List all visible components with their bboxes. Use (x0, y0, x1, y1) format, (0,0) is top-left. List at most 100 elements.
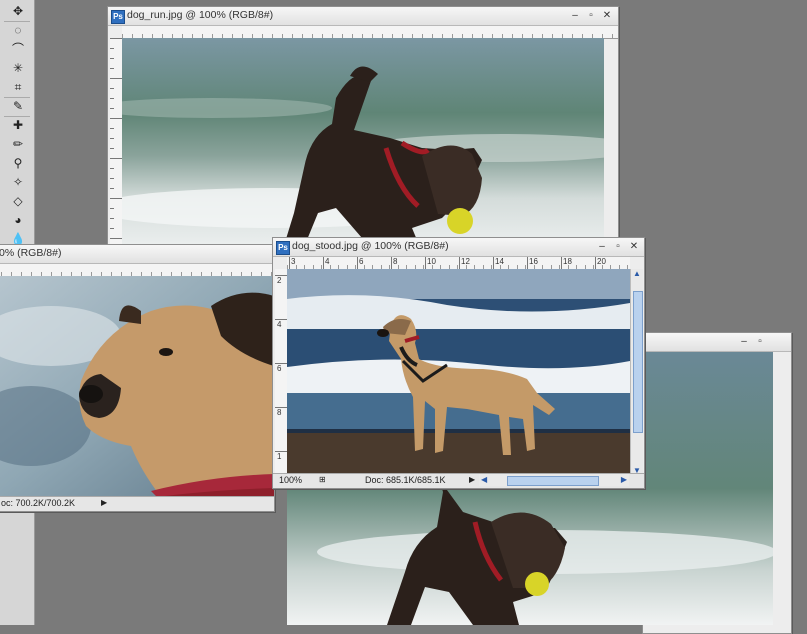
window-titlebar[interactable]: Ps dog_stood.jpg @ 100% (RGB/8#) ‒ ▫ ✕ (273, 238, 644, 257)
ruler-number: 12 (461, 257, 470, 266)
vertical-scroll-thumb[interactable] (633, 291, 643, 433)
close-button[interactable]: ✕ (627, 240, 641, 254)
brush-tool-icon[interactable]: ✏ (8, 135, 28, 153)
dog-stood-photo (287, 269, 630, 475)
ruler-number: 8 (277, 408, 282, 417)
window-titlebar[interactable]: ‒ ▫ (643, 333, 791, 352)
ruler-tick (110, 188, 114, 189)
ruler-tick (110, 178, 114, 179)
window-titlebar[interactable]: Ps dog_run.jpg @ 100% (RGB/8#) ‒ ▫ ✕ (108, 7, 618, 26)
ruler-number: 1 (277, 452, 282, 461)
ruler-tick (110, 78, 122, 79)
zoom-options-icon[interactable]: ⊞ (319, 475, 326, 484)
image-canvas[interactable] (0, 276, 274, 497)
horizontal-scroll-thumb[interactable] (507, 476, 599, 486)
ruler-tick (357, 257, 358, 269)
ruler-tick (561, 257, 562, 269)
ruler-tick (425, 257, 426, 269)
ruler-tick (493, 257, 494, 269)
ruler-tick (289, 257, 290, 269)
ruler-number: 16 (529, 257, 538, 266)
ruler-number: 8 (393, 257, 398, 266)
ruler-number: 14 (495, 257, 504, 266)
dog-run-photo (122, 38, 604, 252)
ruler-tick (110, 218, 114, 219)
ruler-tick (110, 158, 122, 159)
minimize-button[interactable]: ‒ (568, 9, 582, 23)
ruler-number: 4 (325, 257, 330, 266)
history-brush-tool-icon[interactable]: ✧ (8, 173, 28, 191)
eyedropper-tool-icon[interactable]: ✎ (8, 97, 28, 115)
ruler-number: 10 (427, 257, 436, 266)
window-title: 0% (RGB/8#) (0, 247, 62, 259)
image-canvas[interactable] (287, 269, 630, 475)
eraser-tool-icon[interactable]: ◇ (8, 192, 28, 210)
horizontal-scrollbar[interactable]: ◀ ▶ (479, 474, 629, 486)
status-menu-arrow-icon[interactable]: ▶ (469, 475, 475, 484)
status-bar: oc: 700.2K/700.2K ▶ (0, 496, 274, 511)
document-window-dog-head[interactable]: 0% (RGB/8#) oc: 700.2K/700.2K ▶ (0, 244, 275, 512)
ruler-tick (110, 208, 114, 209)
ruler-tick (110, 138, 114, 139)
window-title: dog_run.jpg @ 100% (RGB/8#) (127, 9, 274, 21)
document-size: Doc: 685.1K/685.1K (365, 475, 446, 485)
scroll-left-arrow-icon[interactable]: ◀ (481, 475, 487, 484)
ruler-tick (110, 58, 114, 59)
ruler-tick (110, 238, 122, 239)
ruler-tick (110, 48, 114, 49)
ruler-tick (110, 108, 114, 109)
photoshop-document-icon: Ps (276, 241, 290, 255)
lasso-tool-icon[interactable]: ◌ (8, 21, 28, 39)
ruler-tick (110, 198, 122, 199)
restore-button[interactable]: ▫ (753, 335, 767, 349)
window-title: dog_stood.jpg @ 100% (RGB/8#) (292, 240, 449, 252)
healing-brush-tool-icon[interactable]: ✚ (8, 116, 28, 134)
ruler-number: 20 (597, 257, 606, 266)
crop-tool-icon[interactable]: ⌗ (8, 78, 28, 96)
dog-head-photo (0, 276, 274, 497)
ruler-number: 4 (277, 320, 282, 329)
minimize-button[interactable]: ‒ (595, 240, 609, 254)
document-size: oc: 700.2K/700.2K (1, 498, 76, 508)
ruler-tick (110, 68, 114, 69)
ruler-tick (595, 257, 596, 269)
restore-button[interactable]: ▫ (584, 9, 598, 23)
scroll-up-arrow-icon[interactable]: ▲ (633, 269, 641, 278)
ruler-number: 6 (359, 257, 364, 266)
ruler-tick (110, 228, 114, 229)
status-menu-arrow-icon[interactable]: ▶ (101, 498, 107, 507)
status-bar: 100% ⊞ Doc: 685.1K/685.1K ▶ ◀ ▶ (273, 473, 644, 488)
ruler-tick (110, 38, 122, 39)
zoom-level[interactable]: 100% (279, 475, 302, 485)
ruler-tick (110, 148, 114, 149)
magic-wand-tool-icon[interactable]: ✳ (8, 59, 28, 77)
move-tool-icon[interactable]: ✥ (8, 2, 28, 20)
window-titlebar[interactable]: 0% (RGB/8#) (0, 245, 274, 264)
clone-stamp-tool-icon[interactable]: ⚲ (8, 154, 28, 172)
close-button[interactable]: ✕ (600, 9, 614, 23)
document-window-dog-run[interactable]: Ps dog_run.jpg @ 100% (RGB/8#) ‒ ▫ ✕ (107, 6, 619, 253)
ruler-tick (459, 257, 460, 269)
paint-bucket-tool-icon[interactable]: ◕ (8, 211, 28, 229)
ruler-tick (323, 257, 324, 269)
ruler-tick (110, 118, 122, 119)
ruler-number: 3 (291, 257, 296, 266)
ruler-tick (527, 257, 528, 269)
ruler-minor-tick (612, 34, 613, 38)
ruler-number: 6 (277, 364, 282, 373)
ruler-tick (110, 88, 114, 89)
ruler-tick (110, 98, 114, 99)
vertical-scrollbar[interactable]: ▲ ▼ (630, 269, 643, 475)
ruler-tick (110, 128, 114, 129)
photoshop-document-icon: Ps (111, 10, 125, 24)
ruler-tick (391, 257, 392, 269)
ruler-number: 2 (277, 276, 282, 285)
restore-button[interactable]: ▫ (611, 240, 625, 254)
ruler-tick (110, 168, 114, 169)
scroll-right-arrow-icon[interactable]: ▶ (621, 475, 627, 484)
ellipse-marquee-tool-icon[interactable]: ⌒ (8, 40, 28, 58)
minimize-button[interactable]: ‒ (737, 335, 751, 349)
document-window-dog-stood[interactable]: Ps dog_stood.jpg @ 100% (RGB/8#) ‒ ▫ ✕ 3… (272, 237, 645, 489)
image-canvas[interactable] (122, 38, 604, 252)
ruler-number: 18 (563, 257, 572, 266)
